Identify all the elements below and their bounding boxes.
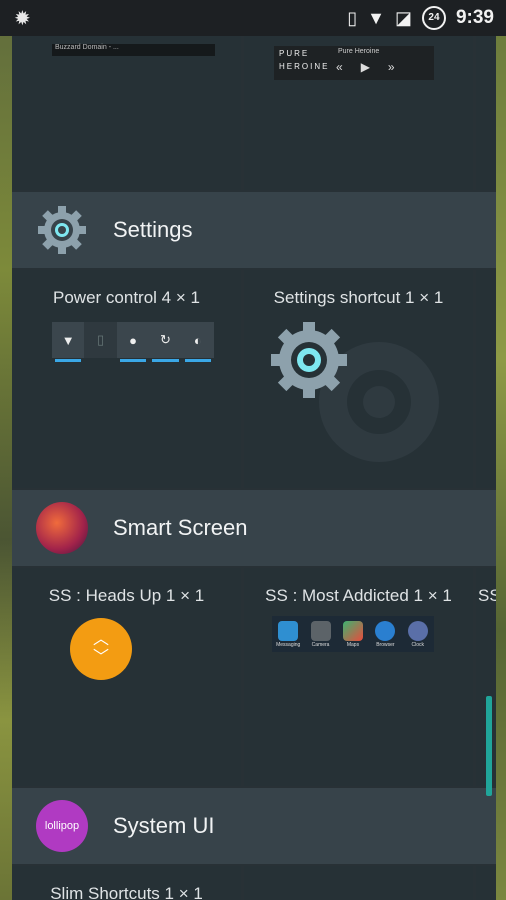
widget-music-player[interactable]: PURE HEROINE Pure Heroine « ▶ » — [244, 36, 473, 190]
email-preview: Buzzard Domain - ... — [52, 44, 215, 56]
camera-app-icon — [310, 620, 331, 641]
android-debug-icon: ✹ — [14, 8, 31, 30]
previous-icon: « — [336, 60, 343, 74]
widget-label: Settings shortcut 1 × 1 — [273, 288, 444, 307]
no-signal-icon: ◪ — [394, 7, 412, 28]
widget-settings-shortcut[interactable]: Settings shortcut 1 × 1 — [244, 270, 473, 488]
settings-shortcut-icon — [271, 322, 439, 462]
section-header-settings: Settings — [12, 192, 496, 268]
app-name: Clock — [411, 641, 424, 648]
widget-label: SS — [478, 586, 496, 605]
clock: 9:39 — [455, 7, 494, 28]
app-name: Messaging — [276, 641, 301, 648]
browser-app-icon — [375, 620, 396, 641]
lollipop-icon: lollipop — [36, 800, 88, 852]
section-title: Settings — [113, 217, 193, 242]
widget-partial[interactable] — [476, 866, 496, 900]
widget-slim-shortcuts[interactable]: Slim Shortcuts 1 × 1 — [12, 866, 241, 900]
vibrate-icon: ▯ — [347, 7, 358, 28]
section-header-system-ui: lollipop System UI — [12, 788, 496, 864]
widget-partial[interactable] — [244, 866, 473, 900]
widget-picker-panel[interactable]: Buzzard Domain - ... PURE HEROINE Pure H… — [12, 36, 496, 900]
widget-label: SS : Most Addicted 1 × 1 — [265, 586, 452, 605]
sync-toggle-icon: ↻ — [149, 322, 181, 362]
wifi-toggle-icon: ▼ — [52, 322, 84, 362]
chevron-up-icon: ︿ — [92, 631, 109, 648]
widget-ss-most-addicted[interactable]: SS : Most Addicted 1 × 1 Messaging Camer… — [244, 568, 473, 786]
power-control-preview: ▼ ▯ ● ↻ ◐ — [52, 322, 214, 362]
track-name: Pure Heroine — [338, 48, 380, 55]
album-line2: HEROINE — [279, 62, 330, 71]
smart-screen-icon — [36, 502, 88, 554]
widget-ss-heads-up[interactable]: SS : Heads Up 1 × 1 ︿ ﹀ — [12, 568, 241, 786]
lollipop-icon-text: lollipop — [44, 820, 80, 832]
widget-partial[interactable] — [476, 36, 496, 190]
widget-label: Power control 4 × 1 — [53, 288, 200, 307]
battery-badge: 24 — [421, 6, 446, 30]
messaging-app-icon — [278, 620, 299, 641]
app-name: Browser — [376, 641, 395, 648]
bluetooth-toggle-icon: ▯ — [84, 322, 117, 358]
widget-partial[interactable] — [476, 270, 496, 488]
app-name: Maps — [346, 641, 360, 648]
location-toggle-icon: ● — [117, 322, 149, 362]
widget-label: SS : Heads Up 1 × 1 — [48, 586, 205, 605]
app-name: Camera — [311, 641, 330, 648]
heads-up-icon: ︿ ﹀ — [70, 618, 132, 680]
widget-email-preview[interactable]: Buzzard Domain - ... — [12, 36, 241, 190]
play-icon: ▶ — [360, 60, 370, 74]
album-line1: PURE — [279, 49, 310, 58]
section-title: System UI — [113, 813, 215, 838]
wifi-icon: ▼ — [367, 7, 385, 28]
settings-gear-icon — [36, 204, 88, 256]
scrollbar[interactable] — [486, 696, 492, 796]
clock-app-icon — [407, 620, 428, 641]
music-widget: PURE HEROINE Pure Heroine « ▶ » — [274, 46, 434, 80]
chevron-down-icon: ﹀ — [92, 649, 109, 666]
widget-power-control[interactable]: Power control 4 × 1 ▼ ▯ ● ↻ ◐ — [12, 270, 241, 488]
section-header-smart-screen: Smart Screen — [12, 490, 496, 566]
status-bar: ✹ ▯ ▼ ◪ 24 9:39 — [0, 0, 506, 36]
most-addicted-preview: Messaging Camera Maps Browser Clock — [272, 616, 434, 652]
maps-app-icon — [342, 620, 363, 641]
section-title: Smart Screen — [113, 515, 248, 540]
widget-label: Slim Shortcuts 1 × 1 — [50, 884, 203, 900]
next-icon: » — [387, 60, 395, 74]
brightness-toggle-icon: ◐ — [182, 322, 214, 362]
